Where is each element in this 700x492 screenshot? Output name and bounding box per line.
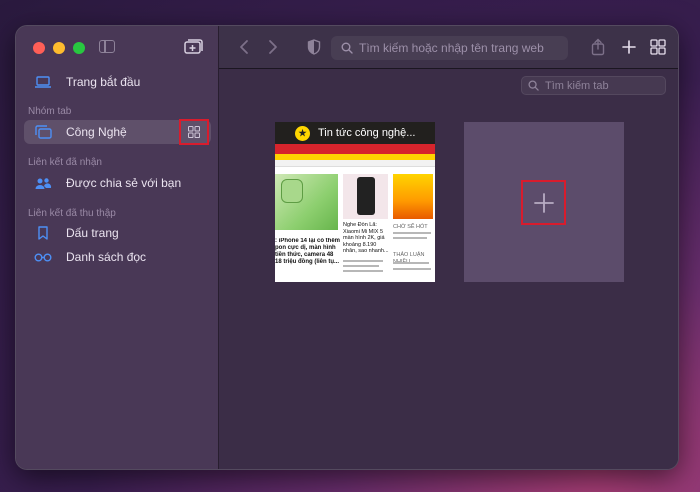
tab-overview-button[interactable]: [179, 119, 209, 145]
search-icon: [341, 42, 353, 54]
plus-icon: [533, 192, 554, 213]
thumbnail-headline: : iPhone 14 lại có thêm pon cực dị, màn …: [275, 238, 340, 265]
sidebar-item-shared-with-you[interactable]: Được chia sẻ với bạn: [24, 171, 211, 195]
tab-thumbnail[interactable]: ★ Tin tức công nghệ... Nghe Đồn Lã: Xiao…: [275, 122, 435, 282]
search-icon: [528, 80, 539, 91]
toolbar: Tìm kiếm hoặc nhập tên trang web: [219, 26, 678, 69]
laptop-icon: [32, 75, 54, 89]
window-controls: [33, 42, 85, 54]
sidebar-item-start-page[interactable]: Trang bắt đầu: [24, 70, 211, 94]
sidebar-item-label: Dấu trang: [66, 226, 119, 240]
sidebar-item-label: Được chia sẻ với bạn: [66, 176, 182, 190]
search-tabs-placeholder: Tìm kiếm tab: [545, 79, 609, 92]
sidebar: Trang bắt đầu Nhóm tab Công Nghệ Liên kế…: [16, 26, 219, 469]
thumbnail-headline: Nghe Đồn Lã: Xiaomi Mi MIX 5 màn hình 2K…: [343, 222, 389, 254]
sidebar-item-bookmarks[interactable]: Dấu trang: [24, 221, 211, 245]
zoom-window-button[interactable]: [73, 42, 85, 54]
sidebar-item-label: Danh sách đọc: [66, 250, 147, 264]
tab-group-icon: [32, 125, 54, 139]
thumbnail-side-label: CHỜ SẼ HÓT: [393, 224, 428, 230]
tab-groups-section-header: Nhóm tab: [28, 106, 72, 117]
share-icon[interactable]: [589, 38, 607, 56]
site-logo-icon: ★: [295, 125, 310, 141]
sidebar-item-label: Trang bắt đầu: [66, 75, 141, 89]
search-tabs-field[interactable]: Tìm kiếm tab: [521, 76, 666, 95]
new-tab-button[interactable]: [521, 180, 566, 225]
bookmark-icon: [32, 226, 54, 240]
safari-window: Trang bắt đầu Nhóm tab Công Nghệ Liên kế…: [15, 25, 679, 470]
forward-icon[interactable]: [266, 38, 280, 56]
collected-links-section-header: Liên kết đã thu thập: [28, 208, 116, 219]
thumbnail-menu: [275, 160, 435, 167]
sidebar-item-tab-group-cong-nghe[interactable]: Công Nghệ: [24, 119, 211, 145]
thumbnail-ad-image: [393, 174, 433, 219]
close-window-button[interactable]: [33, 42, 45, 54]
new-tab-group-icon[interactable]: [184, 38, 204, 55]
sidebar-toggle-icon[interactable]: [99, 40, 115, 53]
new-tab-icon[interactable]: [620, 38, 638, 56]
privacy-shield-icon[interactable]: [307, 38, 321, 56]
address-bar[interactable]: Tìm kiếm hoặc nhập tên trang web: [331, 36, 568, 60]
grid-icon: [188, 126, 200, 138]
main-area: Tìm kiếm hoặc nhập tên trang web Tìm kiế…: [219, 26, 678, 469]
address-bar-placeholder: Tìm kiếm hoặc nhập tên trang web: [359, 41, 544, 55]
new-tab-tile[interactable]: [464, 122, 624, 282]
thumbnail-phone-image: [275, 174, 338, 230]
sidebar-item-label: Công Nghệ: [66, 125, 127, 139]
minimize-window-button[interactable]: [53, 42, 65, 54]
shared-links-section-header: Liên kết đã nhận: [28, 157, 102, 168]
tab-title: Tin tức công nghệ...: [318, 127, 416, 139]
glasses-icon: [32, 253, 54, 262]
tab-thumbnail-header: ★ Tin tức công nghệ...: [275, 122, 435, 144]
back-icon[interactable]: [237, 38, 251, 56]
people-icon: [32, 177, 54, 190]
thumbnail-banner: [275, 144, 435, 154]
sidebar-item-reading-list[interactable]: Danh sách đọc: [24, 245, 211, 269]
tab-overview: Tìm kiếm tab ★ Tin tức công nghệ... Nghe…: [219, 69, 678, 469]
thumbnail-phone-image-2: [343, 174, 388, 219]
tab-overview-icon[interactable]: [649, 38, 667, 56]
